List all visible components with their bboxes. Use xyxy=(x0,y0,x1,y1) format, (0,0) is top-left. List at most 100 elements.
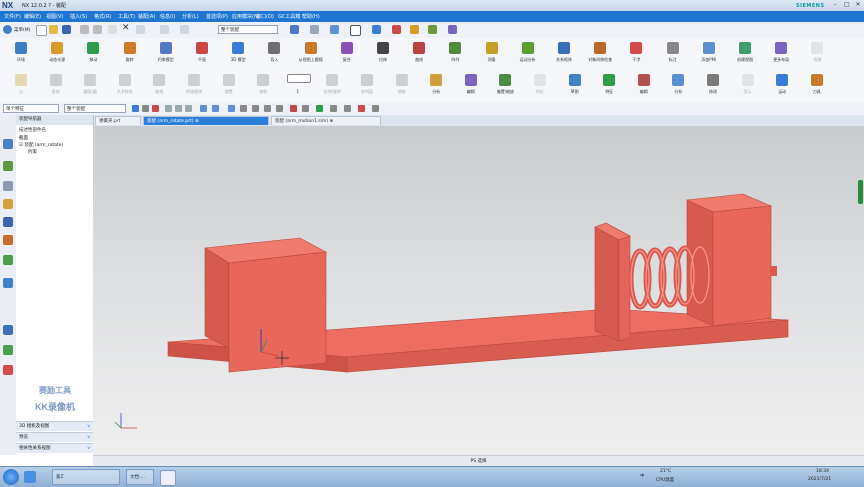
ribbon-button[interactable]: 导入 xyxy=(257,39,291,69)
snap-quadrant-icon[interactable] xyxy=(316,105,323,112)
snap-face-icon[interactable] xyxy=(264,105,271,112)
panel-3d-camera[interactable]: 3D 相机及视图 v xyxy=(16,421,93,431)
history-icon[interactable] xyxy=(3,255,13,265)
menu-label[interactable]: 菜单(M) xyxy=(14,27,30,33)
ribbon-button[interactable]: 修改 xyxy=(696,71,730,101)
snap-existing-icon[interactable] xyxy=(344,105,351,112)
navigator-column-header[interactable]: 描述性部件名 xyxy=(16,127,46,133)
assembly-navigator-icon[interactable] xyxy=(3,139,13,149)
menu-item[interactable]: 分析(L) xyxy=(182,13,199,20)
snap-pole-icon[interactable] xyxy=(358,105,365,112)
ribbon-button[interactable]: 对象间隙检查 xyxy=(583,39,617,69)
web-browser-icon[interactable] xyxy=(3,235,13,245)
point-icon[interactable] xyxy=(212,105,219,112)
document-tab[interactable]: 装配 (arm_motion1.sim) ⊗ xyxy=(271,116,381,125)
filter-icon[interactable] xyxy=(152,105,159,112)
snap-end-icon[interactable] xyxy=(175,105,182,112)
ribbon-button[interactable]: 编辑 xyxy=(627,71,661,101)
ribbon-button[interactable]: 3D 模型 xyxy=(221,39,255,69)
menu-item[interactable]: 文件(F) xyxy=(4,13,21,20)
ribbon-button[interactable]: 曲线 xyxy=(402,39,436,69)
wcs-icon[interactable] xyxy=(200,105,207,112)
fit-view-icon[interactable] xyxy=(290,25,299,34)
ribbon-button[interactable]: 1 xyxy=(281,71,315,101)
panel-dependencies[interactable]: 相关性关系视图 v xyxy=(16,443,93,453)
ribbon-button[interactable]: 分析 xyxy=(419,71,453,101)
ribbon-button[interactable]: 点 xyxy=(4,71,38,101)
shaded-icon[interactable] xyxy=(330,25,339,34)
ribbon-button[interactable]: 更多布局 xyxy=(764,39,798,69)
clock-date[interactable]: 2021/7/21 xyxy=(808,477,831,482)
document-tab[interactable]: 装配 (arm_rotate.prt) ⊗ xyxy=(143,116,269,125)
display-icon[interactable] xyxy=(392,25,401,34)
ribbon-button[interactable]: 桥接曲线 xyxy=(177,71,211,101)
ribbon-button[interactable]: 特征 xyxy=(523,71,557,101)
ribbon-button[interactable]: 偏置/缩放 xyxy=(488,71,522,101)
minimize-button[interactable]: – xyxy=(830,1,840,9)
menu-item[interactable]: 视图(V) xyxy=(46,13,63,20)
ribbon-button[interactable]: 草图 xyxy=(558,71,592,101)
menu-item[interactable]: 格式(R) xyxy=(94,13,111,20)
ribbon-button[interactable]: 刀具 xyxy=(800,71,834,101)
menu-item[interactable]: 帮助(H) xyxy=(302,13,320,20)
edge-icon[interactable] xyxy=(350,25,361,36)
ribbon-button[interactable]: 运动分析 xyxy=(511,39,545,69)
ribbon-button[interactable]: 干涉 xyxy=(619,39,653,69)
document-tab[interactable]: 弹簧夹.prt xyxy=(95,116,141,125)
menu-item[interactable]: 信息(I) xyxy=(160,13,175,20)
ribbon-button[interactable]: 艺术样条 xyxy=(108,71,142,101)
section-icon[interactable] xyxy=(448,25,457,34)
close-button[interactable]: ✕ xyxy=(853,1,863,9)
save-icon[interactable] xyxy=(62,25,71,34)
clock-time[interactable]: 18:34 xyxy=(816,469,829,474)
snap-mid-icon[interactable] xyxy=(185,105,192,112)
snap-curve-icon[interactable] xyxy=(252,105,259,112)
copy-icon[interactable] xyxy=(108,25,117,34)
taskbar-app[interactable]: 爱Z xyxy=(52,469,120,485)
delete-icon[interactable]: ✕ xyxy=(122,23,130,33)
menu-icon[interactable] xyxy=(3,25,12,34)
roles-icon[interactable] xyxy=(3,325,13,335)
ribbon-button[interactable]: 添加PMI xyxy=(692,39,726,69)
ribbon-button[interactable]: 拉伸 xyxy=(366,39,400,69)
maximize-button[interactable]: □ xyxy=(842,1,852,9)
open-folder-icon[interactable] xyxy=(49,25,58,34)
ribbon-button[interactable]: 环境 xyxy=(4,39,38,69)
viewport-scroll-handle[interactable] xyxy=(858,180,863,204)
tree-node-section[interactable]: 截面 xyxy=(19,135,28,141)
ribbon-button[interactable]: 运动 xyxy=(765,71,799,101)
ribbon-button[interactable]: 圆弧/圆 xyxy=(73,71,107,101)
measure-icon[interactable] xyxy=(428,25,437,34)
snap-point-icon[interactable] xyxy=(165,105,172,112)
taskbar-app-icon[interactable] xyxy=(24,471,36,483)
select-all-icon[interactable] xyxy=(132,105,139,112)
menu-item[interactable]: 窗口(O) xyxy=(256,13,274,20)
palette-icon[interactable] xyxy=(3,365,13,375)
tree-node-constraints[interactable]: 约束 xyxy=(28,149,37,155)
ribbon-button[interactable]: 平面 xyxy=(185,39,219,69)
ribbon-button[interactable]: 标注 xyxy=(656,39,690,69)
new-file-icon[interactable] xyxy=(36,25,47,36)
ribbon-button[interactable]: 移动 xyxy=(76,39,110,69)
ribbon-button[interactable]: 偏置 xyxy=(212,71,246,101)
system-scene-icon[interactable] xyxy=(3,345,13,355)
snap-center-icon[interactable] xyxy=(290,105,297,112)
snap-icon[interactable] xyxy=(410,25,419,34)
snap-grid-icon[interactable] xyxy=(228,105,235,112)
selection-filter-combo[interactable]: 单个特征 xyxy=(3,104,59,113)
snap-intersect-icon[interactable] xyxy=(330,105,337,112)
redo-icon[interactable] xyxy=(93,25,102,34)
filter-combo[interactable]: 整个装配 xyxy=(218,25,278,34)
reuse-library-icon[interactable] xyxy=(3,199,13,209)
ribbon-button[interactable]: 修剪 xyxy=(246,71,280,101)
constraint-navigator-icon[interactable] xyxy=(3,161,13,171)
ribbon-button[interactable]: 阵列 xyxy=(438,39,472,69)
ribbon-button[interactable]: 阵列面 xyxy=(350,71,384,101)
process-studio-icon[interactable] xyxy=(3,278,13,288)
ribbon-button[interactable]: 关系矩阵 xyxy=(547,39,581,69)
snap-tangent-icon[interactable] xyxy=(302,105,309,112)
tree-node-assembly[interactable]: ☑ 装配 (arm_rotate) xyxy=(19,142,63,148)
menu-item[interactable]: 装配(A) xyxy=(138,13,155,20)
hd3d-tools-icon[interactable] xyxy=(3,217,13,227)
repeat-icon[interactable] xyxy=(136,25,145,34)
